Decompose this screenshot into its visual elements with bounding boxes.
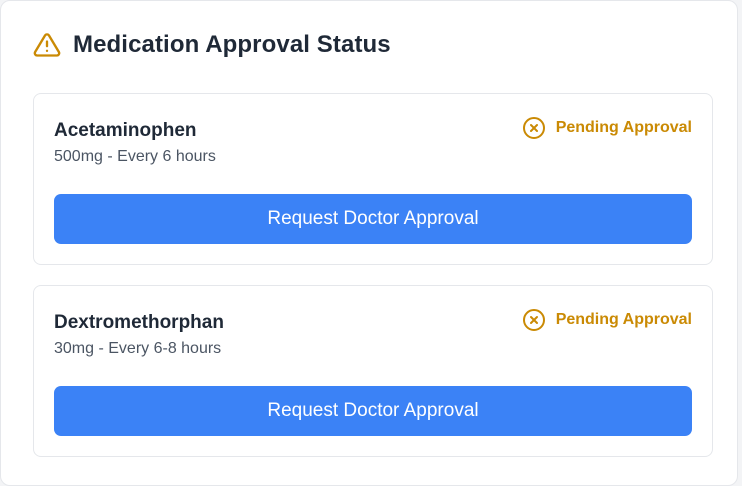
status-badge: Pending Approval: [522, 308, 692, 332]
medication-name: Dextromethorphan: [54, 312, 224, 333]
status-text: Pending Approval: [555, 119, 692, 136]
medication-dosage: 500mg - Every 6 hours: [54, 148, 216, 165]
medication-card: Acetaminophen 500mg - Every 6 hours Pend…: [33, 93, 713, 265]
warning-triangle-icon: [33, 33, 61, 57]
medication-name: Acetaminophen: [54, 120, 197, 141]
x-circle-icon: [522, 117, 545, 139]
request-doctor-approval-button[interactable]: Request Doctor Approval: [54, 194, 692, 244]
request-doctor-approval-button[interactable]: Request Doctor Approval: [54, 386, 692, 436]
medication-dosage: 30mg - Every 6-8 hours: [54, 340, 222, 357]
status-text: Pending Approval: [555, 311, 692, 328]
status-badge: Pending Approval: [522, 116, 692, 140]
medication-card: Dextromethorphan 30mg - Every 6-8 hours …: [33, 285, 713, 457]
page-title: Medication Approval Status: [73, 31, 391, 58]
medication-approval-panel: Medication Approval Status Acetaminophen…: [0, 0, 738, 486]
panel-header: Medication Approval Status: [33, 31, 391, 59]
x-circle-icon: [522, 309, 545, 331]
